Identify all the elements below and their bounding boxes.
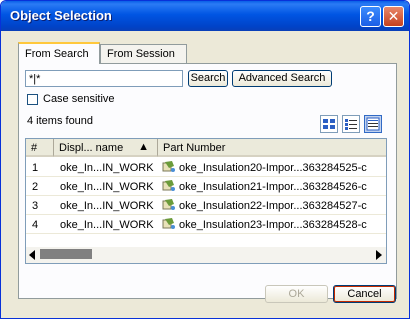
search-button[interactable]: Search bbox=[188, 70, 228, 87]
row-number: 2 bbox=[32, 181, 39, 193]
row-display-name: oke_In...IN_WORK bbox=[60, 219, 154, 231]
tab-from-session[interactable]: From Session bbox=[100, 44, 187, 63]
case-sensitive-label: Case sensitive bbox=[43, 93, 115, 105]
view-large-icons-icon[interactable] bbox=[320, 115, 338, 133]
table-row[interactable]: 4 oke_In...IN_WORK oke_Insulation23-Impo… bbox=[26, 215, 386, 234]
column-header-number[interactable]: # bbox=[26, 139, 54, 157]
column-header-display-name-label: Displ... name bbox=[59, 142, 124, 154]
sort-ascending-icon: ▲ bbox=[138, 141, 149, 153]
window-title: Object Selection bbox=[10, 8, 112, 23]
help-button[interactable]: ? bbox=[360, 6, 381, 27]
row-part-number: oke_Insulation20-Impor...363284525-c bbox=[179, 162, 367, 174]
cancel-button[interactable]: Cancel bbox=[333, 285, 396, 303]
advanced-search-button[interactable]: Advanced Search bbox=[232, 70, 332, 87]
result-count: 4 items found bbox=[27, 115, 94, 127]
row-display-name: oke_In...IN_WORK bbox=[60, 181, 154, 193]
table-row[interactable]: 2 oke_In...IN_WORK oke_Insulation21-Impo… bbox=[26, 177, 386, 196]
column-header-part-number[interactable]: Part Number bbox=[158, 139, 386, 157]
part-icon bbox=[162, 198, 176, 211]
tab-from-search[interactable]: From Search bbox=[18, 42, 100, 64]
row-number: 1 bbox=[32, 162, 39, 174]
search-input[interactable] bbox=[25, 70, 183, 87]
horizontal-scrollbar[interactable] bbox=[26, 247, 386, 263]
part-icon bbox=[162, 179, 176, 192]
object-selection-window: Object Selection ? ✕ From Search From Se… bbox=[0, 0, 410, 319]
row-part-number: oke_Insulation21-Impor...363284526-c bbox=[179, 181, 367, 193]
case-sensitive-checkbox[interactable] bbox=[27, 94, 38, 105]
dialog-body: From Search From Session Search Advanced… bbox=[5, 31, 405, 314]
row-number: 4 bbox=[32, 219, 39, 231]
row-display-name: oke_In...IN_WORK bbox=[60, 162, 154, 174]
row-display-name: oke_In...IN_WORK bbox=[60, 200, 154, 212]
ok-button[interactable]: OK bbox=[265, 285, 328, 303]
results-table: # Displ... name ▲ Part Number 1 oke_In..… bbox=[25, 138, 387, 264]
row-number: 3 bbox=[32, 200, 39, 212]
part-icon bbox=[162, 217, 176, 230]
column-header-display-name[interactable]: Displ... name ▲ bbox=[54, 139, 158, 157]
row-part-number: oke_Insulation23-Impor...363284528-c bbox=[179, 219, 367, 231]
search-panel: Search Advanced Search Case sensitive 4 … bbox=[18, 63, 397, 299]
scroll-thumb[interactable] bbox=[40, 249, 92, 259]
scroll-left-icon[interactable] bbox=[29, 250, 35, 260]
part-icon bbox=[162, 160, 176, 173]
close-button[interactable]: ✕ bbox=[383, 6, 404, 27]
title-bar[interactable]: Object Selection ? ✕ bbox=[1, 1, 409, 31]
row-part-number: oke_Insulation22-Impor...363284527-c bbox=[179, 200, 367, 212]
view-details-icon[interactable] bbox=[364, 115, 382, 133]
scroll-right-icon[interactable] bbox=[376, 250, 382, 260]
view-small-icons-icon[interactable] bbox=[342, 115, 360, 133]
table-row[interactable]: 1 oke_In...IN_WORK oke_Insulation20-Impo… bbox=[26, 158, 386, 177]
table-row[interactable]: 3 oke_In...IN_WORK oke_Insulation22-Impo… bbox=[26, 196, 386, 215]
